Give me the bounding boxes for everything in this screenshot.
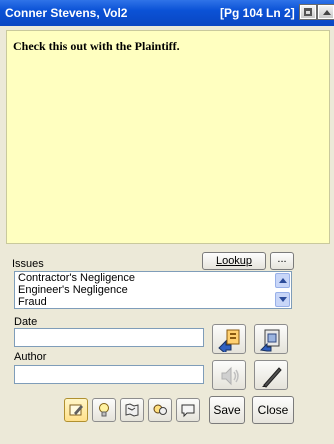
page-line-location: [Pg 104 Ln 2] xyxy=(220,6,295,20)
pen-button[interactable] xyxy=(254,360,288,390)
issues-scrollbar[interactable] xyxy=(275,273,290,307)
speaker-icon xyxy=(221,366,239,386)
idea-button[interactable] xyxy=(92,398,116,422)
note-text: Check this out with the Plaintiff. xyxy=(13,39,180,53)
author-label: Author xyxy=(14,351,47,363)
lookup-button[interactable]: Lookup xyxy=(202,252,266,270)
list-item[interactable]: Engineer's Negligence xyxy=(18,284,268,296)
close-button[interactable]: Close xyxy=(252,396,294,424)
author-field[interactable] xyxy=(14,365,204,384)
speaker-button[interactable] xyxy=(212,360,246,390)
annotation-window: Conner Stevens, Vol2 [Pg 104 Ln 2] Check… xyxy=(0,0,334,444)
comment-button[interactable] xyxy=(176,398,200,422)
scroll-down-button[interactable] xyxy=(275,292,290,307)
map-button[interactable] xyxy=(120,398,144,422)
annotation-details-panel: Issues Lookup ... Contractor's Negligenc… xyxy=(0,246,334,444)
collapse-button[interactable] xyxy=(317,4,334,20)
more-button[interactable]: ... xyxy=(270,252,294,270)
list-item[interactable]: Fraud xyxy=(18,296,268,308)
paste-from-button[interactable] xyxy=(254,324,288,354)
comment-icon xyxy=(181,404,195,418)
issues-listbox[interactable]: Contractor's Negligence Engineer's Negli… xyxy=(14,271,292,309)
list-item[interactable]: Contractor's Negligence xyxy=(18,272,268,284)
edit-note-button[interactable] xyxy=(64,398,88,422)
issues-label: Issues xyxy=(12,258,44,270)
issues-list: Contractor's Negligence Engineer's Negli… xyxy=(18,272,268,308)
scroll-up-button[interactable] xyxy=(275,273,290,288)
search-docs-icon xyxy=(153,404,167,415)
edit-note-icon xyxy=(69,404,83,416)
date-label: Date xyxy=(14,316,38,328)
restore-button[interactable] xyxy=(299,4,317,20)
title-bar[interactable]: Conner Stevens, Vol2 [Pg 104 Ln 2] xyxy=(0,0,334,26)
copy-to-button[interactable] xyxy=(212,324,246,354)
paste-from-icon xyxy=(259,329,280,352)
pen-icon xyxy=(262,367,282,388)
search-docs-button[interactable] xyxy=(148,398,172,422)
date-field[interactable] xyxy=(14,328,204,347)
lightbulb-icon xyxy=(99,403,109,417)
note-text-area[interactable]: Check this out with the Plaintiff. xyxy=(6,30,330,244)
copy-to-icon xyxy=(218,329,240,352)
save-button[interactable]: Save xyxy=(209,396,245,424)
map-icon xyxy=(125,403,139,417)
window-title: Conner Stevens, Vol2 xyxy=(5,6,128,20)
